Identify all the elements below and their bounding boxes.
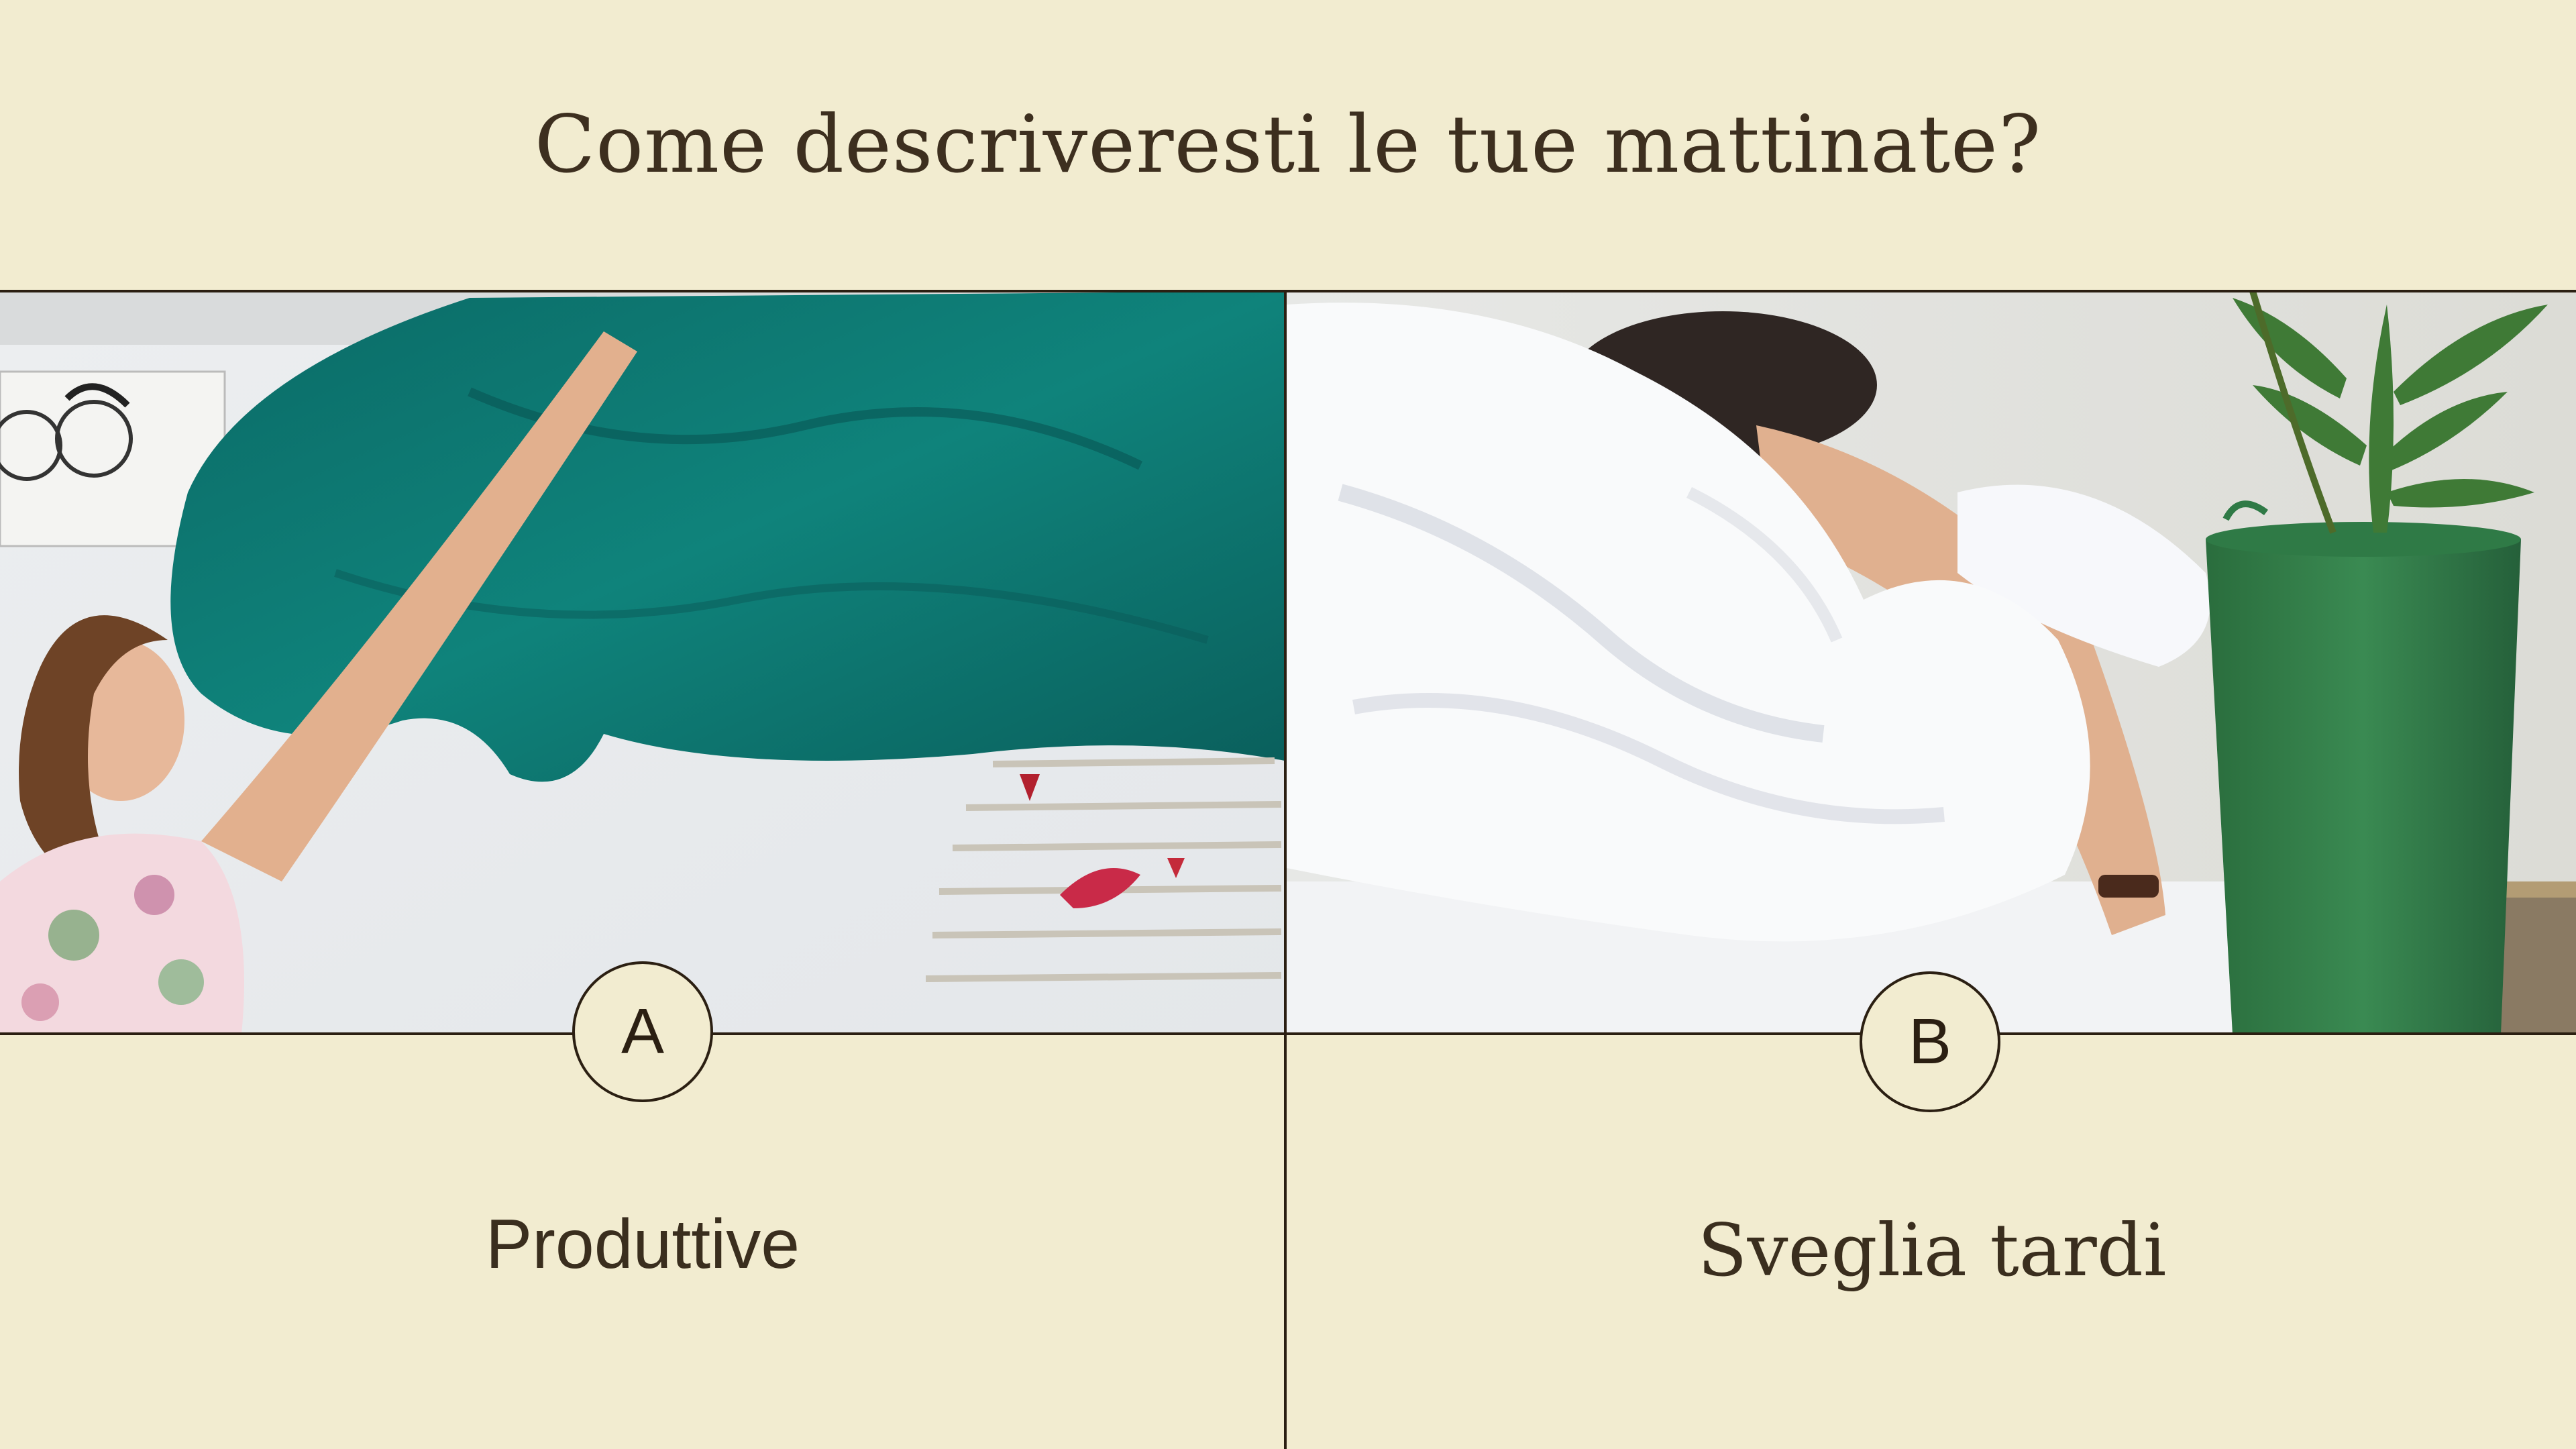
- option-a-image[interactable]: [0, 291, 1285, 1034]
- woman-making-bed-photo-icon: [0, 291, 1285, 1034]
- option-a-label[interactable]: Produttive: [5, 1197, 1280, 1291]
- image-bottom-divider: [0, 1032, 2576, 1035]
- option-b-badge[interactable]: B: [1860, 971, 2000, 1112]
- quiz-slide: Come descriveresti le tue mattinate? A B…: [0, 0, 2576, 1449]
- question-title: Come descriveresti le tue mattinate?: [534, 98, 2042, 191]
- person-sleeping-under-duvet-photo-icon: [1287, 291, 2576, 1034]
- option-a-badge[interactable]: A: [572, 961, 713, 1102]
- center-divider: [1284, 290, 1287, 1449]
- option-b-label[interactable]: Sveglia tardi: [1295, 1201, 2569, 1301]
- top-divider: [0, 290, 2576, 292]
- option-b-image[interactable]: [1287, 291, 2576, 1034]
